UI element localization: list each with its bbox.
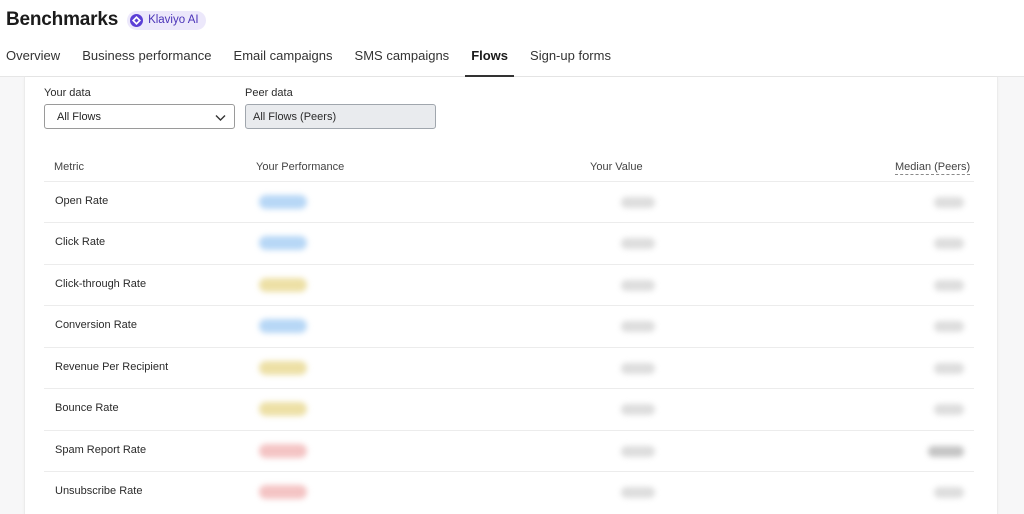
table-row: Click-through Rate <box>44 264 974 305</box>
page-header: Benchmarks Klaviyo AI Overview Business … <box>0 0 1024 77</box>
your-value-blurred <box>621 363 655 374</box>
badge-label: Klaviyo AI <box>148 14 199 26</box>
table-row: Open Rate <box>44 181 974 222</box>
benchmarks-card: Your data All Flows Peer data All Flows … <box>24 77 998 514</box>
median-value-blurred <box>934 321 964 332</box>
your-value-blurred <box>621 197 655 208</box>
median-value-blurred <box>928 446 964 457</box>
table-row: Unsubscribe Rate <box>44 471 974 512</box>
median-value-blurred <box>934 280 964 291</box>
your-value-blurred <box>621 238 655 249</box>
table-row: Bounce Rate <box>44 388 974 429</box>
column-header-metric: Metric <box>54 161 84 173</box>
chevron-down-icon <box>214 111 227 129</box>
median-value-blurred <box>934 487 964 498</box>
metric-label: Spam Report Rate <box>55 444 147 456</box>
your-value-blurred <box>621 487 655 498</box>
page-title: Benchmarks <box>6 9 119 30</box>
your-data-value: All Flows <box>57 111 102 123</box>
your-value-blurred <box>621 446 655 457</box>
tab-bar: Overview Business performance Email camp… <box>6 42 633 77</box>
performance-indicator <box>259 402 307 416</box>
klaviyo-ai-badge[interactable]: Klaviyo AI <box>127 10 206 30</box>
your-data-label: Your data <box>44 87 91 99</box>
metric-label: Bounce Rate <box>55 402 119 414</box>
table-row: Conversion Rate <box>44 305 974 346</box>
table-row: Click Rate <box>44 222 974 263</box>
metric-label: Revenue Per Recipient <box>55 361 169 373</box>
performance-indicator <box>259 485 307 499</box>
your-value-blurred <box>621 280 655 291</box>
metric-label: Conversion Rate <box>55 319 137 331</box>
performance-indicator <box>259 236 307 250</box>
tab-sms-campaigns[interactable]: SMS campaigns <box>355 42 450 77</box>
metric-label: Open Rate <box>55 195 109 207</box>
tab-overview[interactable]: Overview <box>6 42 60 77</box>
median-value-blurred <box>934 197 964 208</box>
tab-sign-up-forms[interactable]: Sign-up forms <box>530 42 611 77</box>
tab-flows[interactable]: Flows <box>465 42 514 77</box>
peer-data-label: Peer data <box>245 87 293 99</box>
metric-label: Unsubscribe Rate <box>55 485 143 497</box>
median-value-blurred <box>934 363 964 374</box>
metric-label: Click Rate <box>55 236 106 248</box>
tab-email-campaigns[interactable]: Email campaigns <box>234 42 333 77</box>
column-header-your-performance: Your Performance <box>256 161 345 173</box>
title-row: Benchmarks Klaviyo AI <box>6 9 206 31</box>
metric-label: Click-through Rate <box>55 278 147 290</box>
column-header-median-peers[interactable]: Median (Peers) <box>895 161 971 175</box>
your-value-blurred <box>621 404 655 415</box>
sparkle-diamond-icon <box>130 13 144 27</box>
peer-data-field: All Flows (Peers) <box>245 104 436 129</box>
performance-indicator <box>259 361 307 375</box>
performance-indicator <box>259 195 307 209</box>
performance-indicator <box>259 319 307 333</box>
column-header-your-value: Your Value <box>590 161 643 173</box>
your-data-select[interactable]: All Flows <box>44 104 235 129</box>
table-row: Revenue Per Recipient <box>44 347 974 388</box>
tab-business-performance[interactable]: Business performance <box>82 42 211 77</box>
median-value-blurred <box>934 404 964 415</box>
peer-data-value: All Flows (Peers) <box>253 111 337 123</box>
your-value-blurred <box>621 321 655 332</box>
performance-indicator <box>259 278 307 292</box>
performance-indicator <box>259 444 307 458</box>
table-row: Spam Report Rate <box>44 430 974 471</box>
median-value-blurred <box>934 238 964 249</box>
